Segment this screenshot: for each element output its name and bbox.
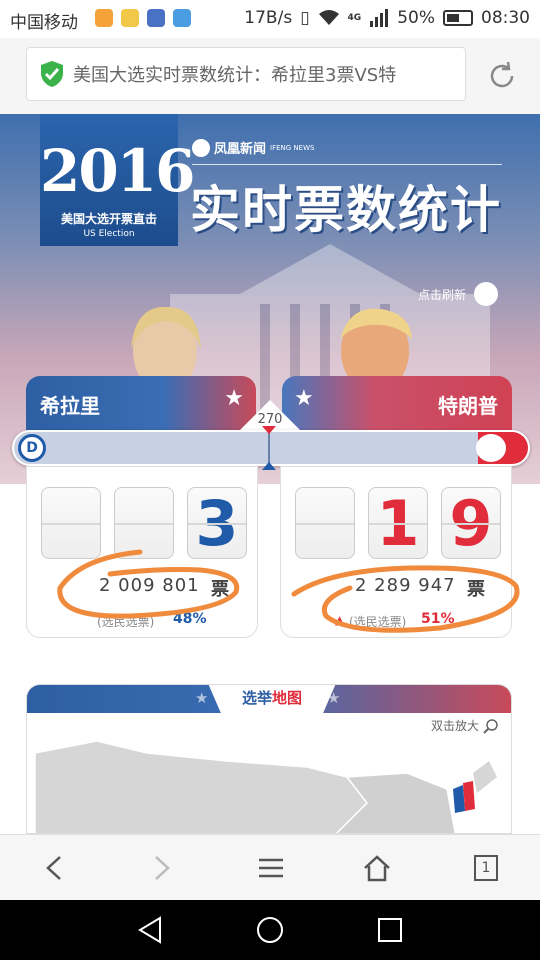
electoral-progress-bar: D	[12, 430, 530, 466]
year-label: 2016	[40, 137, 195, 205]
network-type: 4G	[347, 13, 362, 23]
popular-vote-label: (选民选票)	[349, 615, 407, 629]
map-title-b: 地图	[272, 689, 303, 707]
reload-icon[interactable]	[486, 60, 518, 92]
electoral-digit: 3	[187, 487, 247, 560]
carrier-label: 中国移动	[10, 13, 78, 33]
popular-vote-label: (选民选票)	[97, 615, 155, 629]
back-icon[interactable]	[40, 853, 70, 883]
clinton-name: 希拉里	[40, 394, 100, 418]
us-map[interactable]	[27, 733, 512, 834]
badge-subtitle-en: US Election	[83, 229, 135, 239]
votes-unit: 票	[467, 579, 485, 600]
app-notification-icon	[95, 9, 113, 27]
page-title-text: 美国大选实时票数统计：希拉里3票VS特	[73, 65, 397, 86]
electoral-digit: 9	[441, 487, 501, 560]
notification-icons	[95, 9, 191, 27]
democrat-logo-icon: D	[18, 434, 46, 462]
threshold-line	[268, 432, 270, 464]
refresh-icon	[474, 282, 499, 306]
electoral-digit	[114, 487, 174, 559]
app-notification-icon	[121, 9, 139, 27]
clinton-score-card: 3 2 009 801 票 (选民选票) 48%	[26, 466, 258, 638]
secure-shield-icon	[41, 61, 63, 87]
menu-icon[interactable]	[256, 853, 286, 883]
network-speed: 17B/s	[244, 8, 293, 28]
republican-elephant-icon	[476, 434, 506, 462]
system-nav-bar	[0, 900, 540, 960]
divider	[192, 164, 502, 165]
vote-percent: 51%	[421, 611, 455, 627]
vote-percent: 48%	[173, 611, 207, 627]
app-notification-icon	[147, 9, 165, 27]
battery-percent: 50%	[397, 8, 435, 28]
browser-bottom-bar: 1	[0, 834, 540, 900]
ifeng-logo: 凤凰新闻 IFENG NEWS	[192, 138, 314, 157]
election-year-badge: 2016 美国大选开票直击 US Election	[40, 114, 195, 246]
map-title-a: 选举	[241, 689, 272, 707]
electoral-digit: 1	[368, 487, 428, 560]
votes-unit: 票	[211, 579, 229, 600]
up-arrow-icon: ▲	[335, 613, 345, 627]
tab-count-button[interactable]: 1	[474, 855, 498, 881]
clinton-tab: 希拉里 ★	[26, 376, 256, 430]
forward-icon[interactable]	[146, 853, 176, 883]
status-right: 17B/s ▯ 4G 50% 08:30	[244, 8, 530, 28]
system-back-icon[interactable]	[136, 916, 164, 944]
trump-score-card: 1 9 2 289 947 票 ▲ (选民选票) 51%	[280, 466, 512, 638]
battery-icon	[443, 10, 473, 26]
threshold-arrow-bottom	[262, 462, 276, 470]
trump-name: 特朗普	[438, 394, 498, 418]
electoral-digit	[41, 487, 101, 559]
zoom-hint-label: 双击放大	[430, 719, 479, 733]
map-title: 选举地图	[207, 687, 337, 708]
popular-votes: 2 289 947	[355, 575, 456, 596]
system-recents-icon[interactable]	[376, 916, 404, 944]
app-notification-icon	[173, 9, 191, 27]
badge-subtitle: 美国大选开票直击	[60, 212, 157, 226]
zoom-in-icon	[483, 718, 498, 734]
address-bar[interactable]: 美国大选实时票数统计：希拉里3票VS特	[26, 47, 466, 101]
brand-name-en: IFENG NEWS	[270, 143, 315, 152]
brand-name: 凤凰新闻	[214, 142, 267, 157]
threshold-arrow-top	[262, 426, 276, 434]
wifi-icon	[318, 10, 339, 25]
electoral-digit	[295, 487, 355, 559]
trump-tab: ★ 特朗普	[282, 376, 512, 430]
system-home-icon[interactable]	[256, 916, 284, 944]
clock: 08:30	[481, 8, 530, 28]
status-bar: 中国移动 17B/s ▯ 4G 50% 08:30	[0, 0, 540, 38]
popular-votes: 2 009 801	[99, 575, 200, 596]
browser-toolbar: 美国大选实时票数统计：希拉里3票VS特	[0, 38, 540, 114]
signal-icon	[370, 9, 389, 27]
vibrate-icon: ▯	[300, 8, 310, 28]
star-icon: ★	[294, 386, 314, 411]
page-headline: 实时票数统计	[190, 181, 502, 239]
election-map-card[interactable]: ★ ★ 选举地图 双击放大	[26, 684, 512, 834]
zoom-hint: 双击放大	[431, 717, 499, 734]
home-icon[interactable]	[362, 853, 392, 883]
ifeng-logo-icon	[192, 138, 210, 157]
star-icon: ★	[224, 386, 244, 411]
